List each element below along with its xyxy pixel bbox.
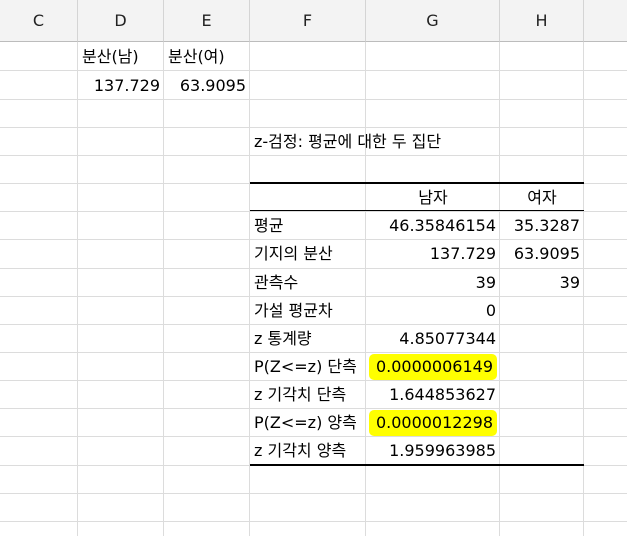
ztest-row-label[interactable]: 기지의 분산: [250, 240, 366, 267]
ztest-row-label[interactable]: P(Z<=z) 양측: [250, 409, 366, 436]
ztest-header-male[interactable]: 남자: [366, 184, 500, 211]
ztest-row-label[interactable]: z 기각치 단측: [250, 381, 366, 408]
table-bottom-border: [250, 464, 584, 466]
ztest-row-male-highlighted[interactable]: 0.0000012298: [369, 410, 497, 436]
column-header-f[interactable]: F: [250, 0, 366, 42]
column-header-c[interactable]: C: [0, 0, 78, 42]
ztest-row-female[interactable]: 63.9095: [500, 240, 584, 267]
ztest-header-female[interactable]: 여자: [500, 184, 584, 211]
gridline-h: [0, 155, 627, 156]
column-header-g[interactable]: G: [366, 0, 500, 42]
column-header-d[interactable]: D: [78, 0, 164, 42]
gridline-v: [77, 42, 78, 536]
ztest-row-label[interactable]: 가설 평균차: [250, 297, 366, 324]
ztest-row-male[interactable]: 1.644853627: [366, 381, 500, 408]
column-header-h[interactable]: H: [500, 0, 584, 42]
ztest-row-male[interactable]: 137.729: [366, 240, 500, 267]
ztest-row-label[interactable]: z 기각치 양측: [250, 437, 366, 464]
ztest-row-female[interactable]: 39: [500, 269, 584, 296]
table-header-border: [250, 210, 584, 211]
column-header-e[interactable]: E: [164, 0, 250, 42]
ztest-row-male[interactable]: 1.959963985: [366, 437, 500, 464]
cell-e2-variance-female[interactable]: 63.9095: [164, 72, 250, 99]
ztest-title[interactable]: z-검정: 평균에 대한 두 집단: [250, 128, 550, 155]
ztest-row-female[interactable]: 35.3287: [500, 212, 584, 239]
cell-d1-variance-male-label[interactable]: 분산(남): [78, 43, 164, 70]
gridline-h: [0, 99, 627, 100]
ztest-row-male-highlighted[interactable]: 0.0000006149: [369, 354, 497, 380]
ztest-row-label[interactable]: P(Z<=z) 단측: [250, 353, 366, 380]
ztest-row-male[interactable]: 39: [366, 269, 500, 296]
gridline-h: [0, 521, 627, 522]
ztest-row-male[interactable]: 0: [366, 297, 500, 324]
cell-e1-variance-female-label[interactable]: 분산(여): [164, 43, 250, 70]
ztest-row-label[interactable]: 평균: [250, 212, 366, 239]
gridline-v: [163, 42, 164, 536]
gridline-h: [0, 70, 627, 71]
column-header-blank: [584, 0, 627, 42]
ztest-row-label[interactable]: z 통계량: [250, 325, 366, 352]
spreadsheet: C D E F G H 분산(남) 분산(여) 137.729 63.9095 …: [0, 0, 627, 536]
cell-d2-variance-male[interactable]: 137.729: [78, 72, 164, 99]
ztest-row-male[interactable]: 4.85077344: [366, 325, 500, 352]
ztest-row-male[interactable]: 46.35846154: [366, 212, 500, 239]
ztest-row-label[interactable]: 관측수: [250, 269, 366, 296]
gridline-h: [0, 493, 627, 494]
